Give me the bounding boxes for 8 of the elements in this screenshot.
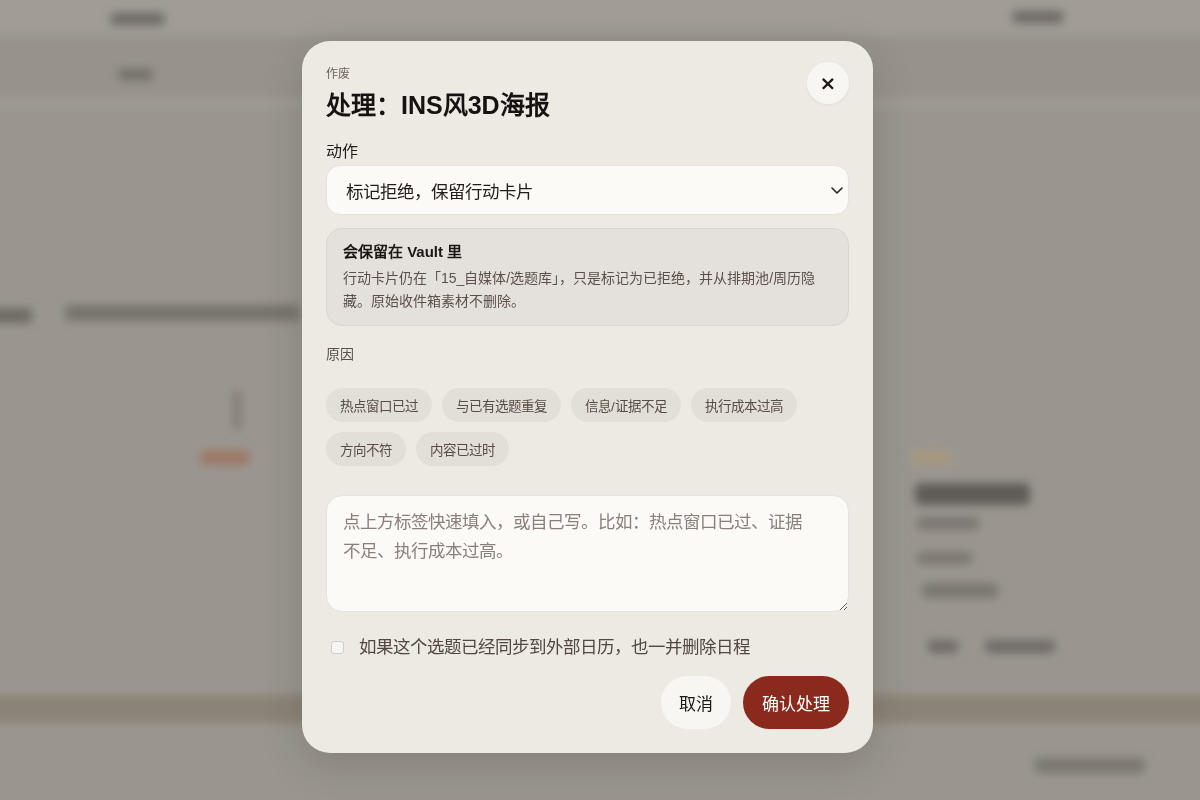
chevron-down-icon xyxy=(831,186,843,194)
notice-title: 会保留在 Vault 里 xyxy=(343,242,463,262)
action-select[interactable]: 标记拒绝，保留行动卡片 xyxy=(326,165,849,215)
action-label: 动作 xyxy=(326,142,358,162)
notice-text: 行动卡片仍在「15_自媒体/选题库」，只是标记为已拒绝，并从排期池/周历隐藏。原始收件箱素材不删除。 xyxy=(343,269,817,311)
dialog-title: 处理：INS风3D海报 xyxy=(326,90,550,121)
dialog-eyebrow: 作废 xyxy=(326,66,350,82)
close-button[interactable]: × xyxy=(807,62,849,104)
